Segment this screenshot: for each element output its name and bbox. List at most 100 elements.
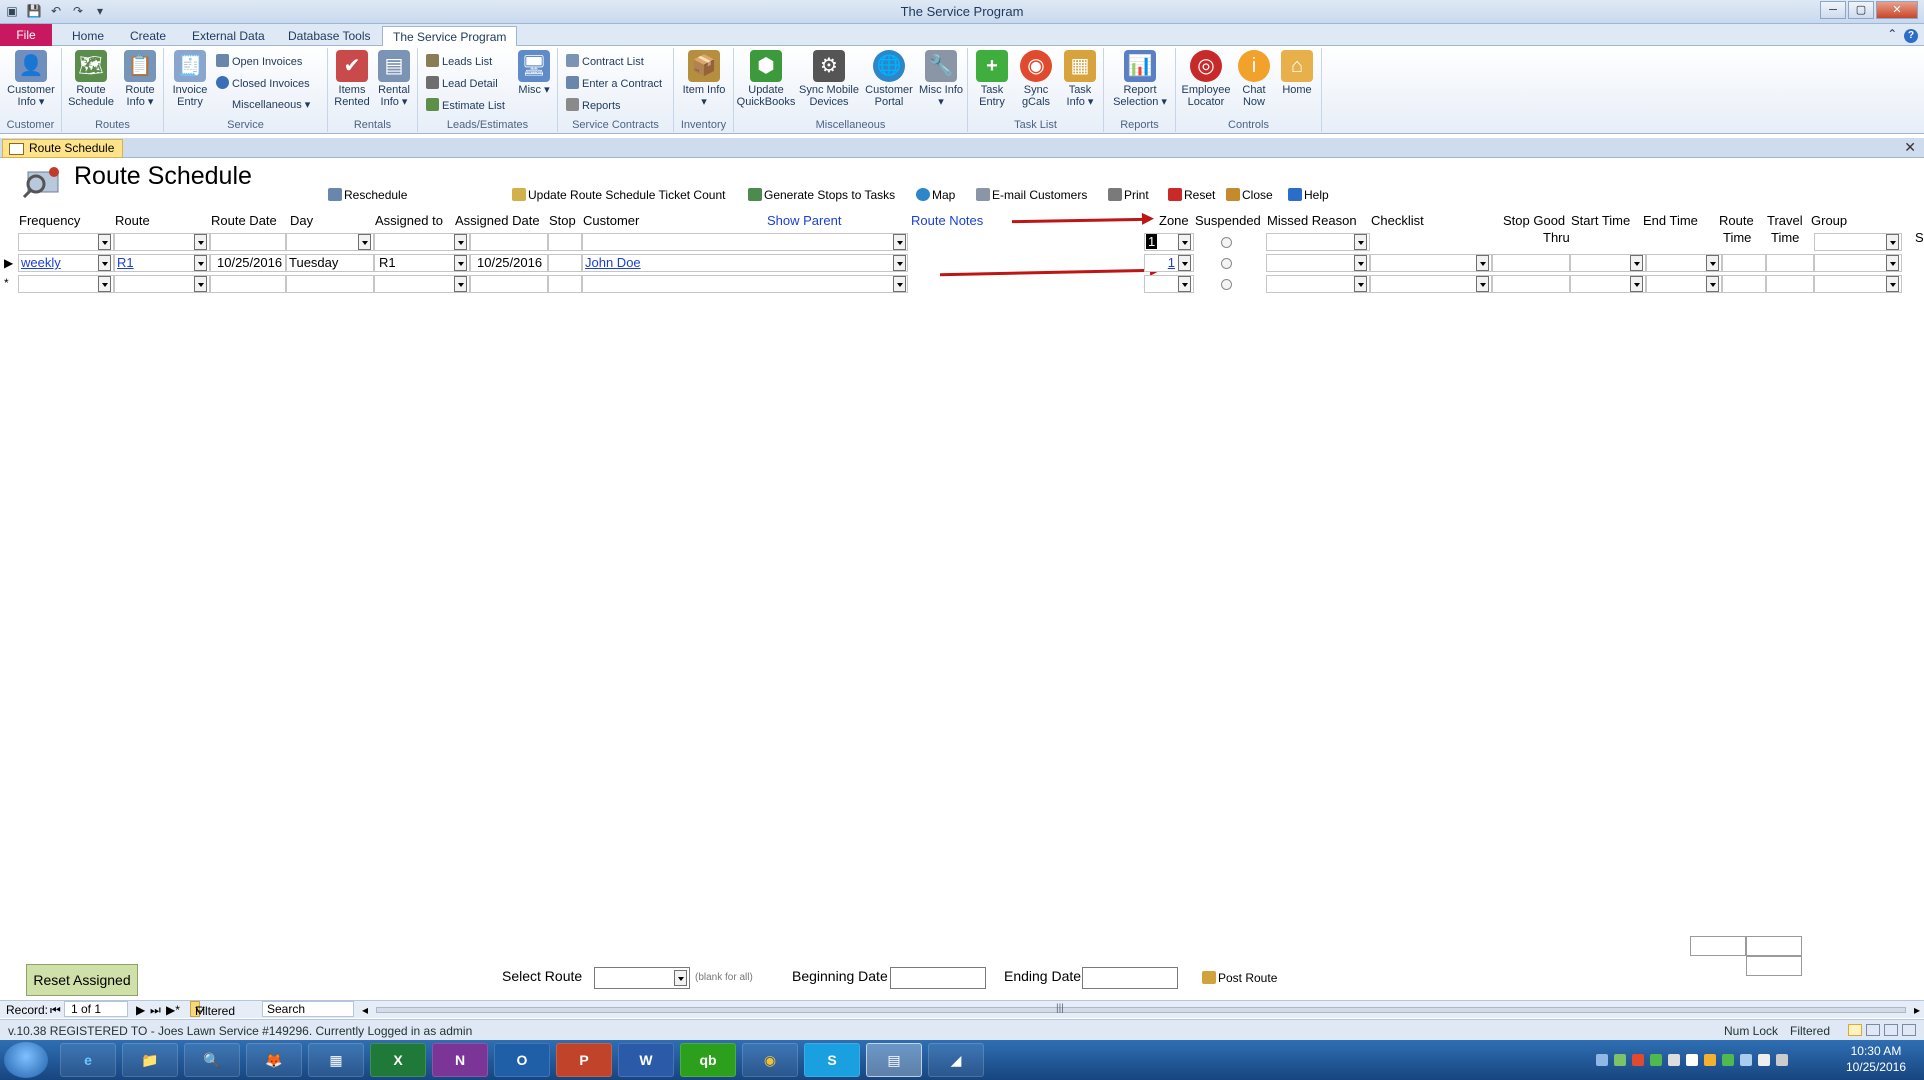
chat-now-button[interactable]: i Chat Now [1234,50,1274,108]
new-customer[interactable] [582,275,908,293]
reset-assigned-button[interactable]: Reset Assigned [26,964,138,996]
filter-frequency-dropdown[interactable] [98,234,111,250]
new-route-date[interactable] [210,275,286,293]
firefox-icon[interactable]: 🦊 [246,1043,302,1077]
taskbar-clock[interactable]: 10:30 AM 10/25/2016 [1846,1043,1906,1075]
file-explorer-icon[interactable]: 📁 [122,1043,178,1077]
new-checklist[interactable] [1370,275,1492,293]
misc-info-button[interactable]: 🔧 Misc Info ▾ [918,50,964,108]
new-route-dropdown[interactable] [194,276,207,292]
new-suspended-radio[interactable] [1221,279,1232,290]
new-day[interactable] [286,275,374,293]
post-route-button[interactable]: Post Route [1202,971,1277,985]
filter-day-dropdown[interactable] [358,234,371,250]
tab-create[interactable]: Create [120,26,176,46]
new-customer-dropdown[interactable] [893,276,906,292]
ribbon-minimize-and-help[interactable]: ⌃ ? [1887,27,1918,43]
scrollbar-grip-icon[interactable]: ||| [1056,1003,1064,1014]
last-record-button[interactable]: ⏭ [150,1003,161,1018]
scroll-left-icon[interactable]: ◂ [362,1003,368,1017]
reset-button[interactable]: Reset [1168,188,1215,202]
reschedule-button[interactable]: Reschedule [328,188,407,202]
new-assigned-date[interactable] [470,275,548,293]
row-checklist-dropdown[interactable] [1476,255,1489,271]
filter-zone-dropdown[interactable] [1178,234,1191,250]
closed-invoices-button[interactable]: Closed Invoices [216,76,310,90]
generate-stops-button[interactable]: Generate Stops to Tasks [748,188,895,202]
items-rented-button[interactable]: ✔ Items Rented [330,50,374,108]
miscellaneous-dropdown[interactable]: Miscellaneous ▾ [232,98,310,111]
row-route-time[interactable] [1722,254,1766,272]
record-position-input[interactable]: 1 of 1 [64,1001,128,1017]
next-record-button[interactable]: ▶ [136,1003,145,1017]
row-zone-dropdown[interactable] [1178,255,1191,271]
filter-stop[interactable] [548,233,582,251]
word-icon[interactable]: W [618,1043,674,1077]
maximize-button[interactable]: ▢ [1848,1,1874,19]
row-route-dropdown[interactable] [194,255,207,271]
row-day[interactable]: Tuesday [286,254,374,272]
onenote-icon[interactable]: N [432,1043,488,1077]
design-view-icon[interactable] [1902,1024,1916,1036]
map-button[interactable]: Map [916,188,955,202]
tray-chrome-icon[interactable] [1632,1054,1644,1066]
tray-volume-icon[interactable] [1758,1054,1770,1066]
row-assigned-date[interactable]: 10/25/2016 [470,254,548,272]
tray-network-icon[interactable] [1596,1054,1608,1066]
route-notes-link[interactable]: Route Notes [911,213,983,228]
misc-button[interactable]: 🖥 Misc ▾ [514,50,554,96]
first-record-button[interactable]: ⏮ [50,1003,61,1018]
contract-list-button[interactable]: Contract List [566,54,644,68]
filter-route-date[interactable] [210,233,286,251]
filter-route-dropdown[interactable] [194,234,207,250]
form-view-icon[interactable] [1848,1024,1862,1036]
tray-battery-icon[interactable] [1740,1054,1752,1066]
new-frequency-dropdown[interactable] [98,276,111,292]
leads-list-button[interactable]: Leads List [426,54,492,68]
print-button[interactable]: Print [1108,188,1149,202]
tray-display-icon[interactable] [1668,1054,1680,1066]
filter-customer-dropdown[interactable] [893,234,906,250]
customer-info-button[interactable]: 👤 Customer Info ▾ [3,50,59,108]
scroll-right-icon[interactable]: ▸ [1914,1003,1920,1017]
filter-assigned-to-dropdown[interactable] [454,234,467,250]
new-stop-good-thru[interactable] [1492,275,1570,293]
route-info-button[interactable]: 📋 Route Info ▾ [118,50,162,108]
datasheet-view-icon[interactable] [1866,1024,1880,1036]
update-ticket-count-button[interactable]: Update Route Schedule Ticket Count [512,188,725,202]
tray-power-icon[interactable] [1776,1054,1788,1066]
customer-portal-button[interactable]: 🌐 Customer Portal [862,50,916,108]
invoice-entry-button[interactable]: 🧾 Invoice Entry [168,50,212,108]
new-end-time-dropdown[interactable] [1706,276,1719,292]
tab-database-tools[interactable]: Database Tools [278,26,381,46]
layout-view-icon[interactable] [1884,1024,1898,1036]
chrome-taskbar-icon[interactable]: ◉ [742,1043,798,1077]
row-start-time-dropdown[interactable] [1630,255,1643,271]
outlook-icon[interactable]: O [494,1043,550,1077]
help-button[interactable]: Help [1288,188,1329,202]
filtered-toggle[interactable]: ⛛ Filtered [190,1001,235,1018]
new-record-button[interactable]: ▶* [166,1003,180,1017]
row-frequency-dropdown[interactable] [98,255,111,271]
home-button[interactable]: ⌂ Home [1276,50,1318,96]
new-start-time-dropdown[interactable] [1630,276,1643,292]
tab-home[interactable]: Home [62,26,114,46]
filter-customer[interactable] [582,233,908,251]
row-suspended-radio[interactable] [1221,258,1232,269]
select-route-dropdown[interactable] [674,970,687,986]
minimize-button[interactable]: ─ [1820,1,1846,19]
route-schedule-doc-tab[interactable]: Route Schedule [2,139,124,158]
skype-icon[interactable]: S [804,1043,860,1077]
new-zone-dropdown[interactable] [1178,276,1191,292]
beginning-date-input[interactable] [890,967,986,989]
tray-update-icon[interactable] [1704,1054,1716,1066]
filter-assigned-date[interactable] [470,233,548,251]
new-checklist-dropdown[interactable] [1476,276,1489,292]
search-tool-icon[interactable]: 🔍 [184,1043,240,1077]
new-travel-time[interactable] [1766,275,1814,293]
new-group-dropdown[interactable] [1886,276,1899,292]
reports-small-button[interactable]: Reports [566,98,621,112]
employee-locator-button[interactable]: ◎ Employee Locator [1178,50,1234,108]
estimate-list-button[interactable]: Estimate List [426,98,505,112]
row-end-time-dropdown[interactable] [1706,255,1719,271]
